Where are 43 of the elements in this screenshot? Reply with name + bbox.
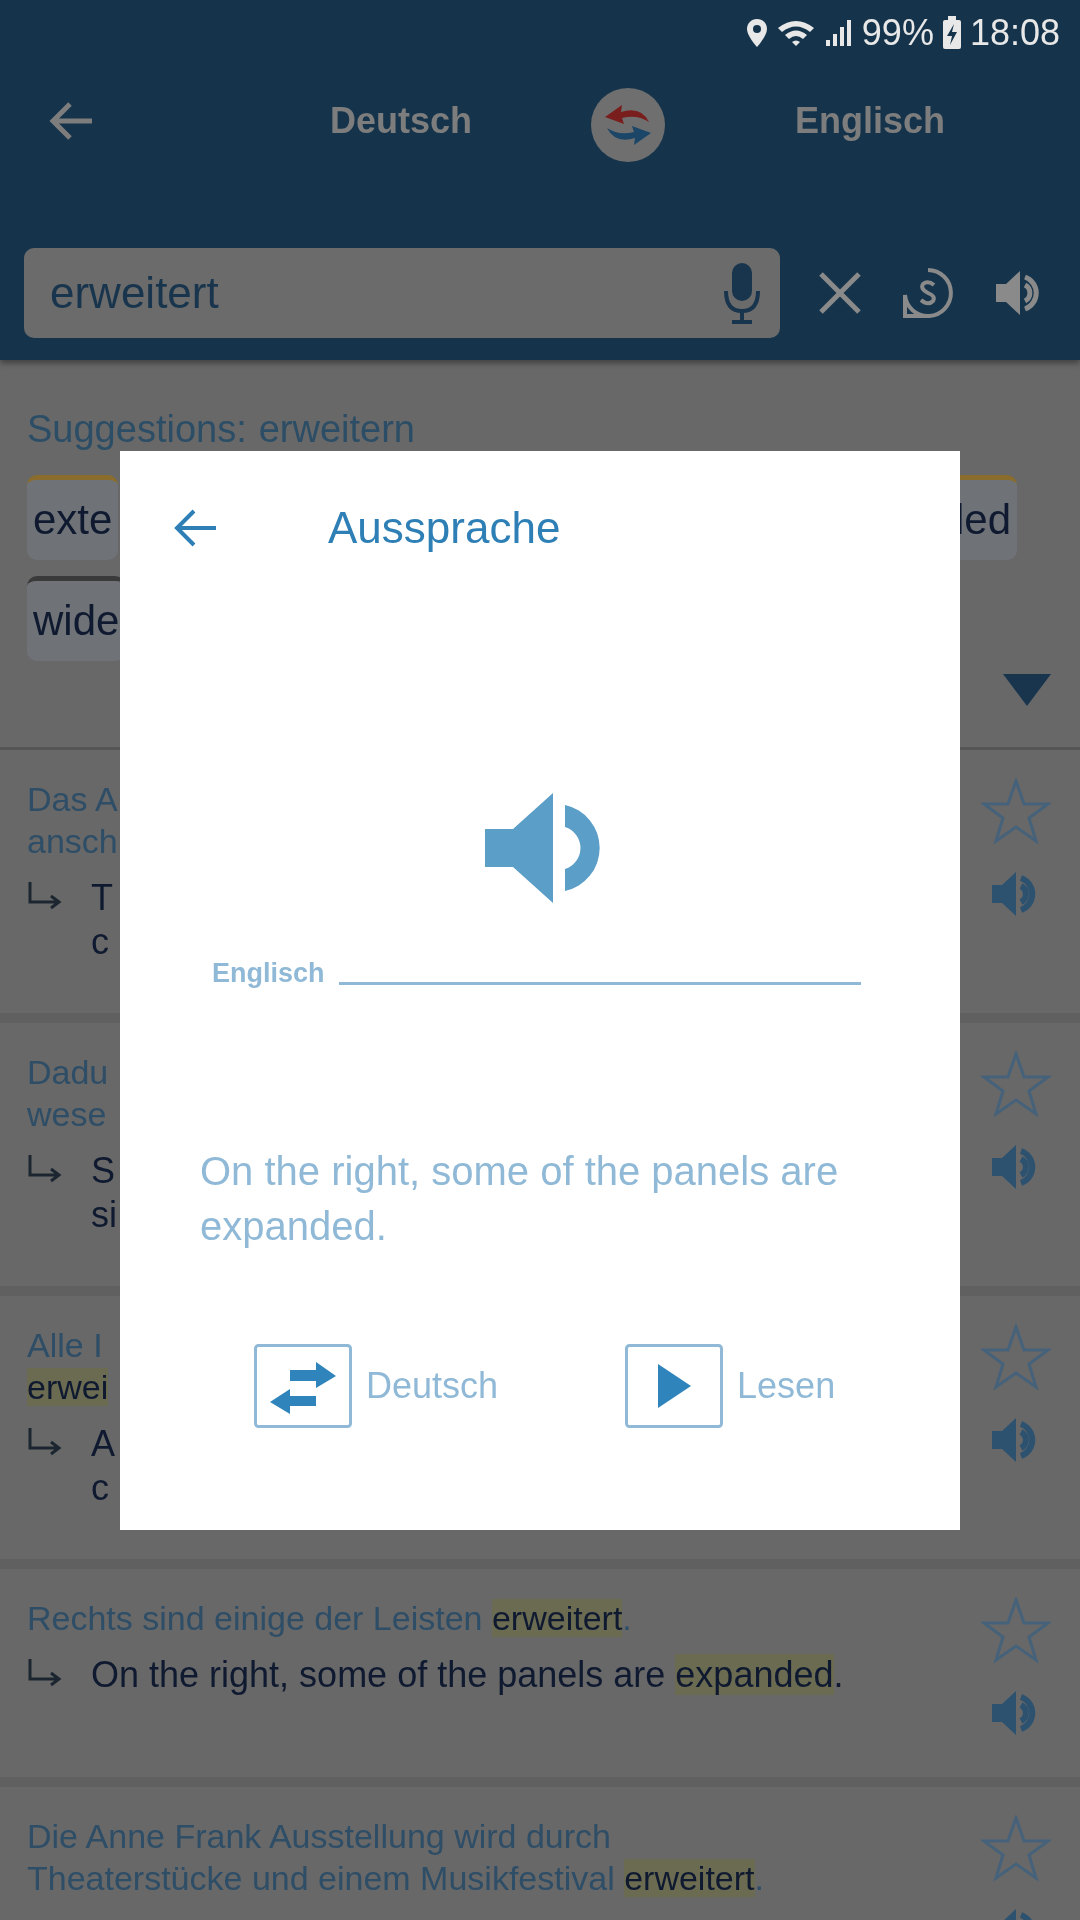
- location-icon: [745, 18, 768, 48]
- reply-arrow-icon: [27, 1428, 63, 1458]
- english-translation: On the right, some of the panels are expanded.: [91, 1653, 844, 1697]
- german-sentence[interactable]: Die Anne Frank Ausstellung wird durch Theaterstücke und einem Musikfestival erweitert.: [27, 1815, 764, 1899]
- star-icon[interactable]: [981, 1051, 1051, 1117]
- reply-arrow-icon: [27, 882, 63, 912]
- translation-sentence: On the right, some of the panels are expanded.: [200, 1148, 840, 1250]
- german-sentence[interactable]: Dadu wese: [27, 1051, 117, 1135]
- expand-triangle-icon[interactable]: [1003, 674, 1051, 706]
- target-language-tab[interactable]: Englisch: [795, 100, 946, 142]
- signal-icon: [823, 18, 854, 48]
- back-arrow-icon[interactable]: [172, 508, 218, 548]
- english-translation: T c: [91, 876, 113, 964]
- button-label[interactable]: Deutsch: [366, 1365, 499, 1407]
- reply-arrow-icon: [27, 1155, 63, 1185]
- source-language-tab[interactable]: Deutsch: [330, 100, 473, 142]
- speech-bubble-icon[interactable]: [902, 267, 954, 319]
- german-sentence[interactable]: Das A ansch: [27, 778, 118, 862]
- language-label: Englisch: [212, 958, 325, 989]
- german-sentence[interactable]: Rechts sind einige der Leisten erweitert.: [27, 1597, 844, 1639]
- microphone-icon[interactable]: [722, 261, 762, 325]
- suggestion-chip[interactable]: exte: [27, 475, 119, 560]
- english-translation: A c: [91, 1422, 115, 1510]
- button-label[interactable]: Lesen: [737, 1365, 836, 1407]
- suggestions-label: Suggestions:: [27, 408, 247, 451]
- suggestion-link[interactable]: erweitern: [258, 408, 415, 451]
- play-button[interactable]: [625, 1344, 724, 1428]
- english-translation: S si: [91, 1149, 117, 1237]
- reply-arrow-icon: [27, 1659, 63, 1689]
- search-field[interactable]: erweitert: [24, 248, 780, 338]
- german-sentence[interactable]: Alle I erwei: [27, 1324, 115, 1408]
- clock-time: 18:08: [969, 12, 1060, 54]
- swap-arrows-button[interactable]: [254, 1344, 352, 1428]
- star-icon[interactable]: [981, 778, 1051, 844]
- star-icon[interactable]: [981, 1597, 1051, 1663]
- close-icon[interactable]: [818, 271, 862, 315]
- battery-percent: 99%: [861, 12, 934, 54]
- back-arrow-icon[interactable]: [48, 101, 94, 141]
- dialog-title: Aussprache: [328, 503, 561, 553]
- star-icon[interactable]: [981, 1324, 1051, 1390]
- swap-languages-icon[interactable]: [591, 88, 665, 162]
- star-icon[interactable]: [981, 1815, 1051, 1881]
- battery-charging-icon: [941, 16, 962, 50]
